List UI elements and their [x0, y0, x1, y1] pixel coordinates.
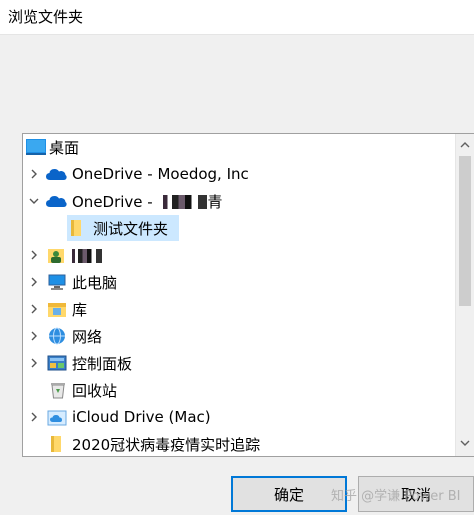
title-bar: 浏览文件夹 [0, 0, 474, 35]
tree-item-network[interactable]: 网络 [23, 323, 453, 349]
computer-icon [48, 274, 66, 290]
user-folder-icon [48, 249, 64, 263]
tree-item-covid-tracker[interactable]: 2020冠状病毒疫情实时追踪 [23, 431, 453, 456]
redacted-name [163, 195, 208, 209]
tree-item-label: iCloud Drive (Mac) [72, 408, 211, 426]
tree-item-label: 2020冠状病毒疫情实时追踪 [72, 435, 261, 454]
onedrive-cloud-icon [46, 169, 67, 180]
redacted-name [72, 248, 102, 263]
chevron-right-icon[interactable] [28, 411, 40, 423]
tree-item-user[interactable] [23, 242, 453, 268]
folder-icon [71, 220, 81, 236]
chevron-right-icon[interactable] [28, 330, 40, 342]
tree-item-label: OneDrive - Moedog, Inc [72, 165, 249, 183]
tree-item-test-folder[interactable]: 测试文件夹 [67, 215, 179, 241]
recycle-bin-icon [51, 383, 65, 399]
tree-item-desktop[interactable]: 桌面 [23, 134, 453, 160]
chevron-down-icon[interactable] [28, 195, 40, 207]
tree-item-label: 回收站 [72, 381, 118, 400]
tree-item-label: 此电脑 [72, 273, 118, 292]
chevron-right-icon[interactable] [28, 357, 40, 369]
vertical-scrollbar[interactable] [455, 134, 474, 456]
network-icon [49, 327, 65, 345]
desktop-icon [26, 139, 46, 155]
folder-icon [51, 436, 61, 452]
tree-item-libraries[interactable]: 库 [23, 296, 453, 322]
chevron-right-icon[interactable] [28, 249, 40, 261]
folder-tree[interactable]: 桌面 OneDrive - Moedog, Inc OneDrive - 青 测… [22, 133, 474, 457]
tree-item-onedrive-personal[interactable]: OneDrive - 青 [23, 188, 453, 214]
window-title: 浏览文件夹 [8, 8, 84, 26]
chevron-right-icon[interactable] [28, 303, 40, 315]
tree-item-label: 网络 [72, 327, 103, 346]
control-panel-icon [47, 355, 67, 371]
tree-item-this-pc[interactable]: 此电脑 [23, 269, 453, 295]
tree-item-label: 桌面 [49, 138, 80, 157]
tree-item-control-panel[interactable]: 控制面板 [23, 350, 453, 376]
tree-item-label: 测试文件夹 [93, 219, 169, 238]
ok-button[interactable]: 确定 [231, 476, 347, 512]
tree-item-label: 库 [72, 300, 88, 319]
tree-item-label: 控制面板 [72, 354, 133, 373]
scroll-up-arrow-icon[interactable] [460, 140, 470, 150]
scroll-down-arrow-icon[interactable] [460, 438, 470, 448]
tree-item-icloud[interactable]: iCloud Drive (Mac) [23, 404, 453, 430]
icloud-folder-icon [47, 410, 67, 426]
tree-item-label [72, 246, 102, 264]
chevron-right-icon[interactable] [28, 276, 40, 288]
tree-item-recycle-bin[interactable]: 回收站 [23, 377, 453, 403]
cancel-button[interactable]: 取消 [358, 476, 474, 512]
library-icon [48, 303, 66, 317]
chevron-right-icon[interactable] [28, 168, 40, 180]
onedrive-cloud-icon [46, 196, 67, 207]
tree-item-label: OneDrive - 青 [72, 192, 223, 211]
tree-item-onedrive-moedog[interactable]: OneDrive - Moedog, Inc [23, 161, 453, 187]
scrollbar-thumb[interactable] [459, 156, 471, 306]
